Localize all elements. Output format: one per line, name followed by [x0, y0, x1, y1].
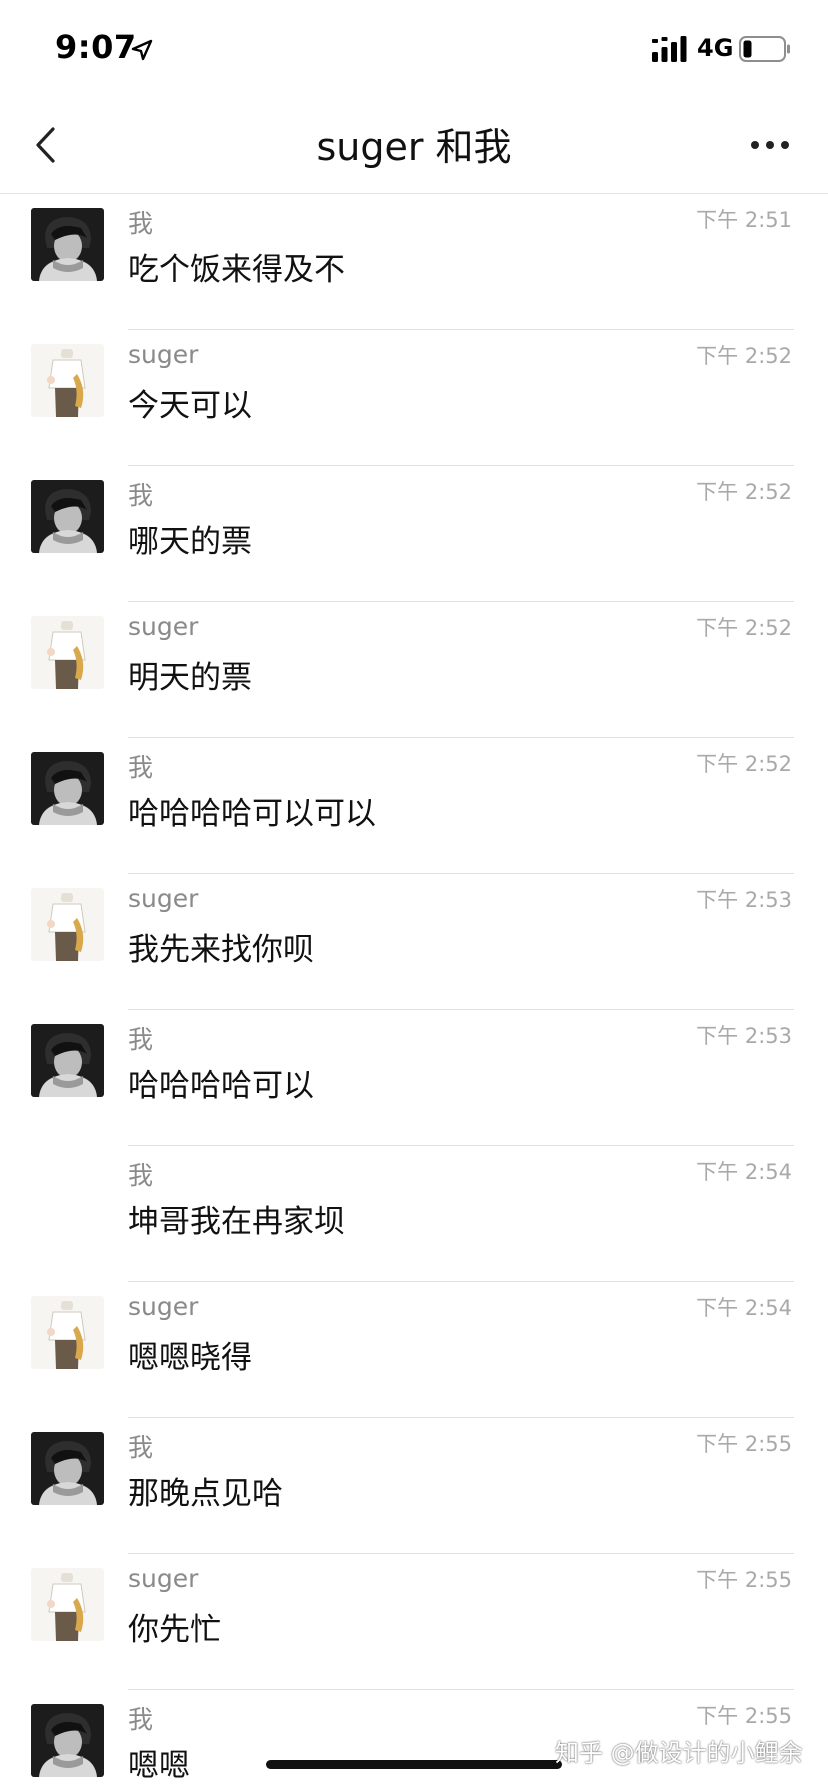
message-time: 下午 2:52	[696, 616, 792, 640]
status-time: 9:07	[55, 28, 137, 66]
message-row-1[interactable]: 我 下午 2:51 吃个饭来得及不	[0, 194, 828, 330]
message-time: 下午 2:54	[696, 1296, 792, 1320]
sender-name: suger	[128, 1292, 199, 1321]
message-text: 你先忙	[128, 1612, 221, 1648]
sender-name: 我	[128, 1025, 154, 1054]
message-time: 下午 2:55	[696, 1704, 792, 1728]
message-row-3[interactable]: 我 下午 2:52 哪天的票	[0, 466, 828, 602]
network-type-label: 4G	[697, 34, 734, 62]
message-text: 哈哈哈哈可以	[128, 1068, 314, 1104]
message-time: 下午 2:55	[696, 1568, 792, 1592]
more-dots-icon	[751, 141, 789, 149]
avatar-suger[interactable]	[31, 888, 104, 961]
sender-name: 我	[128, 209, 154, 238]
message-list: 我 下午 2:51 吃个饭来得及不 suger 下午 2:52 今天可以 我 下…	[0, 194, 828, 1792]
message-text: 哪天的票	[128, 524, 252, 560]
watermark: 知乎 @做设计的小鲤余	[555, 1739, 803, 1767]
message-text: 哈哈哈哈可以可以	[128, 796, 376, 832]
message-row-11[interactable]: suger 下午 2:55 你先忙	[0, 1554, 828, 1690]
message-time: 下午 2:53	[696, 1024, 792, 1048]
sender-name: suger	[128, 1564, 199, 1593]
avatar-me[interactable]	[31, 480, 104, 553]
message-text: 嗯嗯	[128, 1748, 190, 1784]
message-row-6[interactable]: suger 下午 2:53 我先来找你呗	[0, 874, 828, 1010]
message-row-2[interactable]: suger 下午 2:52 今天可以	[0, 330, 828, 466]
sender-name: suger	[128, 340, 199, 369]
sender-name: 我	[128, 753, 154, 782]
sender-name: suger	[128, 612, 199, 641]
avatar-me[interactable]	[31, 1024, 104, 1097]
avatar-suger[interactable]	[31, 1296, 104, 1369]
avatar-suger[interactable]	[31, 616, 104, 689]
message-text: 我先来找你呗	[128, 932, 314, 968]
sender-name: 我	[128, 1161, 154, 1190]
avatar-me[interactable]	[31, 1704, 104, 1777]
avatar-suger[interactable]	[31, 344, 104, 417]
message-time: 下午 2:51	[696, 208, 792, 232]
message-time: 下午 2:53	[696, 888, 792, 912]
avatar-me[interactable]	[31, 1432, 104, 1505]
message-text: 今天可以	[128, 388, 252, 424]
avatar-me[interactable]	[31, 752, 104, 825]
message-time: 下午 2:54	[696, 1160, 792, 1184]
message-text: 嗯嗯晓得	[128, 1340, 252, 1376]
message-text: 坤哥我在冉家坝	[128, 1204, 345, 1240]
message-row-4[interactable]: suger 下午 2:52 明天的票	[0, 602, 828, 738]
avatar-suger[interactable]	[31, 1568, 104, 1641]
message-row-8[interactable]: 我 下午 2:54 坤哥我在冉家坝	[0, 1146, 828, 1282]
home-indicator[interactable]	[266, 1760, 562, 1769]
battery-icon	[739, 36, 790, 62]
message-time: 下午 2:52	[696, 752, 792, 776]
message-text: 吃个饭来得及不	[128, 252, 345, 288]
nav-bar: suger 和我	[0, 96, 828, 194]
message-text: 那晚点见哈	[128, 1476, 283, 1512]
avatar-me[interactable]	[31, 208, 104, 281]
sender-name: 我	[128, 481, 154, 510]
sender-name: suger	[128, 884, 199, 913]
message-row-5[interactable]: 我 下午 2:52 哈哈哈哈可以可以	[0, 738, 828, 874]
message-row-10[interactable]: 我 下午 2:55 那晚点见哈	[0, 1418, 828, 1554]
message-time: 下午 2:55	[696, 1432, 792, 1456]
message-time: 下午 2:52	[696, 480, 792, 504]
status-bar: 9:07 4G	[0, 0, 828, 96]
message-row-7[interactable]: 我 下午 2:53 哈哈哈哈可以	[0, 1010, 828, 1146]
chat-screen: 9:07 4G suger 和我 我 下午 2:51 吃个饭来得及不 suger…	[0, 0, 828, 1792]
sender-name: 我	[128, 1433, 154, 1462]
message-row-9[interactable]: suger 下午 2:54 嗯嗯晓得	[0, 1282, 828, 1418]
more-button[interactable]	[742, 122, 798, 168]
location-arrow-icon	[131, 39, 153, 61]
message-text: 明天的票	[128, 660, 252, 696]
cellular-signal-icon	[652, 36, 687, 62]
chat-title: suger 和我	[316, 125, 512, 169]
message-time: 下午 2:52	[696, 344, 792, 368]
sender-name: 我	[128, 1705, 154, 1734]
